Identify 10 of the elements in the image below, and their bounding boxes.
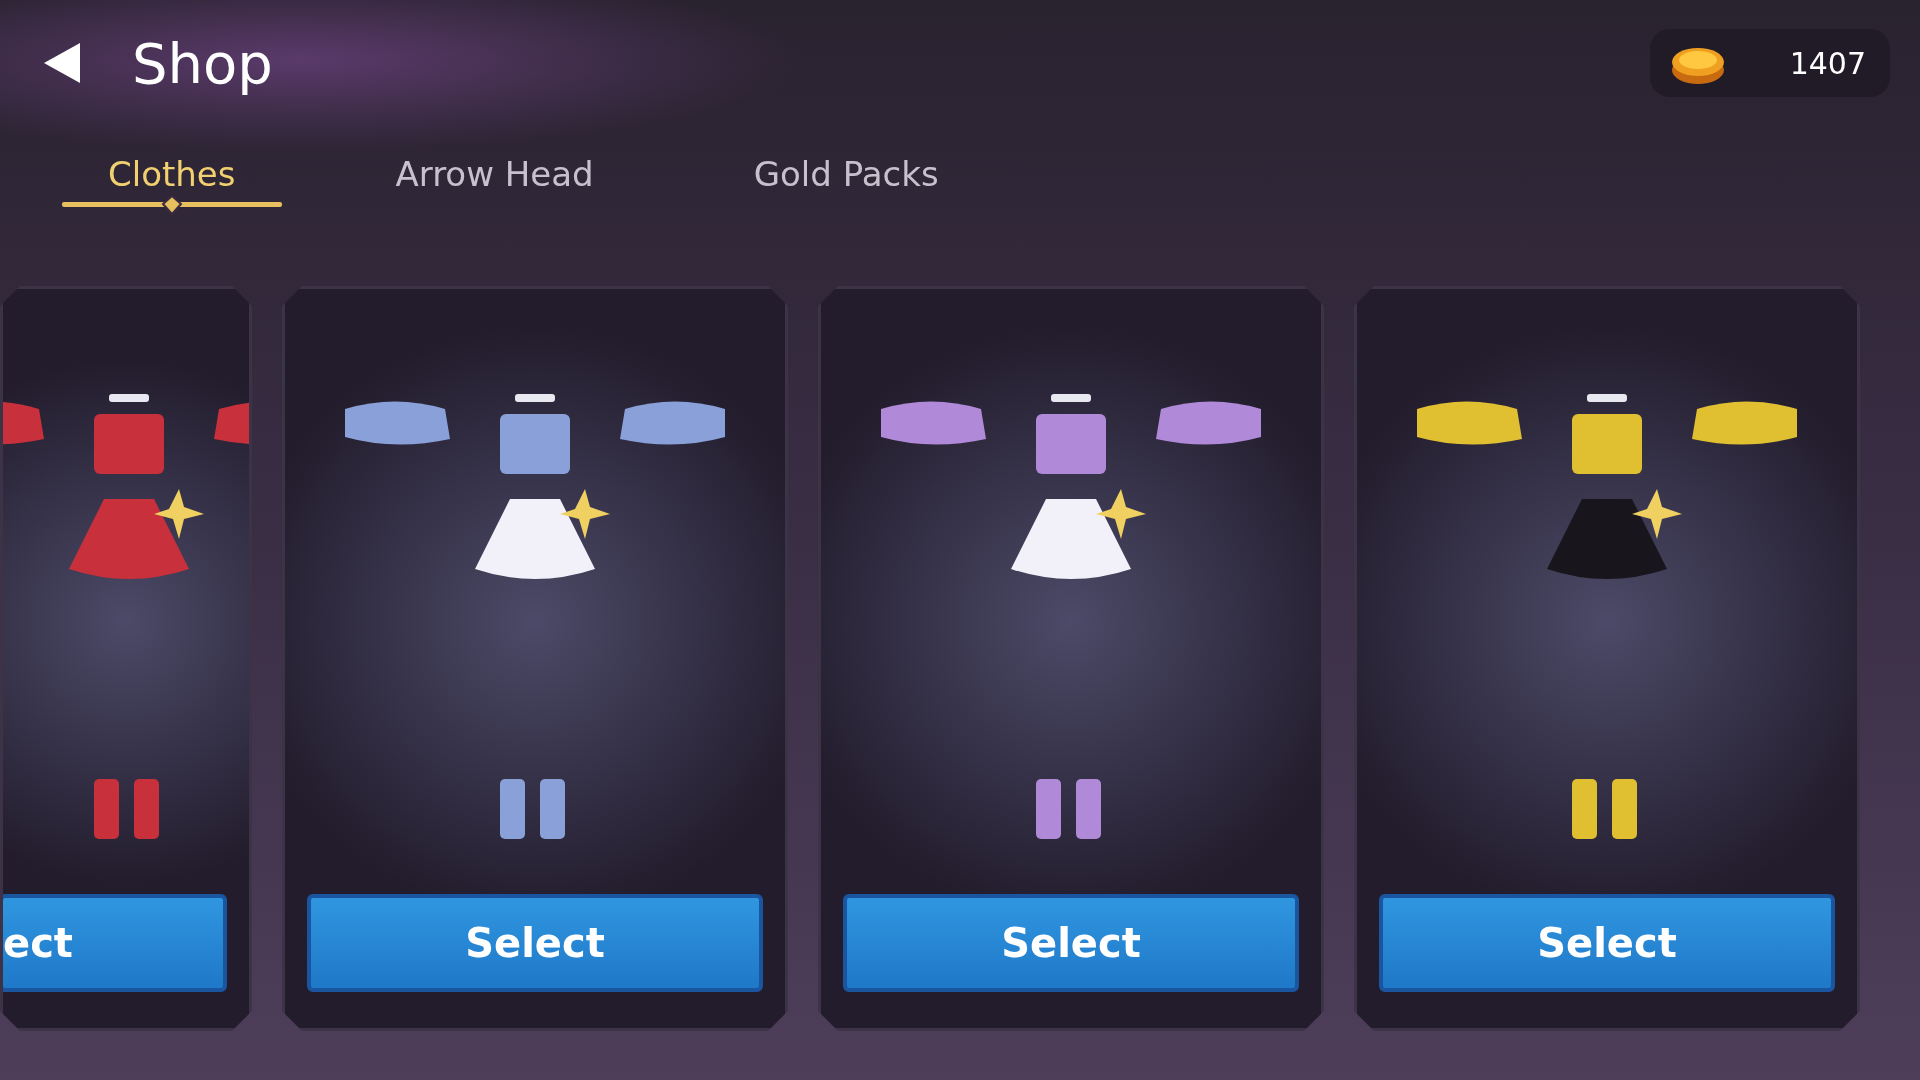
category-tab[interactable]: Gold Packs [703, 154, 989, 194]
back-icon[interactable] [42, 41, 82, 85]
page-title: Shop [132, 30, 273, 96]
select-button[interactable]: ect [3, 894, 227, 992]
select-button[interactable]: Select [1379, 894, 1835, 992]
select-button[interactable]: Select [307, 894, 763, 992]
category-tab[interactable]: Clothes [58, 154, 286, 194]
category-tab[interactable]: Arrow Head [345, 154, 644, 194]
select-button[interactable]: Select [843, 894, 1299, 992]
coin-amount: 1407 [1789, 45, 1866, 81]
